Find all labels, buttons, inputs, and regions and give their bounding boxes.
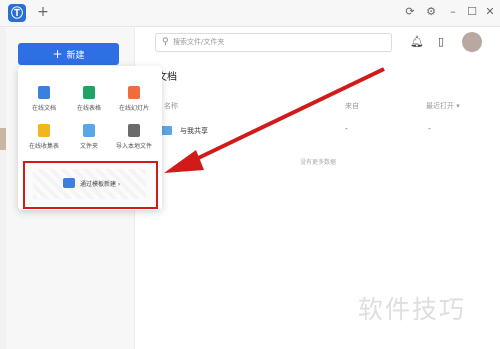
menu-item-label: 在线表格 — [76, 105, 101, 112]
new-tab-button[interactable]: + — [34, 3, 52, 21]
menu-item-online-sheet[interactable]: 在线表格 — [69, 80, 109, 118]
doc-icon — [38, 86, 50, 99]
device-icon[interactable]: ▯ — [438, 35, 444, 48]
column-header-owner[interactable]: 来自 — [345, 101, 359, 111]
new-button[interactable]: + 新建 — [18, 43, 119, 65]
menu-item-label: 导入本地文件 — [115, 143, 152, 150]
close-button[interactable]: ✕ — [481, 3, 499, 21]
arrow-shaft — [189, 67, 385, 164]
search-input[interactable]: ⚲ 搜索文件/文件夹 — [155, 33, 392, 52]
column-header-modified[interactable]: 最近打开 ▾ — [426, 101, 460, 111]
folder-icon — [83, 124, 95, 137]
menu-item-online-form[interactable]: 在线收集表 — [24, 118, 64, 156]
empty-hint: 没有更多数据 — [300, 159, 337, 166]
avatar[interactable] — [462, 32, 482, 52]
menu-item-folder[interactable]: 文件夹 — [69, 118, 109, 156]
menu-item-label: 在线文档 — [31, 105, 56, 112]
row-name: 与我共享 — [180, 127, 208, 135]
table-row[interactable]: 与我共享 — [160, 124, 480, 140]
row-modified: - — [428, 124, 431, 133]
watermark: 软件技巧 — [358, 295, 467, 324]
gear-icon[interactable]: ⚙ — [422, 3, 440, 21]
menu-item-label: 在线收集表 — [28, 143, 59, 150]
menu-item-label: 在线幻灯片 — [118, 105, 149, 112]
column-header-modified-label: 最近打开 — [426, 102, 454, 110]
template-label: 通过模板新建 › — [80, 181, 121, 188]
title-bar: Ⓣ + ⟳ ⚙ – ☐ ✕ — [0, 0, 500, 27]
column-header-name[interactable]: 名称 — [164, 101, 178, 111]
bell-icon[interactable]: 🔔︎ — [410, 35, 424, 48]
form-icon — [38, 124, 50, 137]
app-logo-icon[interactable]: Ⓣ — [8, 4, 26, 22]
template-icon — [63, 178, 75, 188]
menu-item-label: 文件夹 — [79, 143, 98, 150]
template-new-button[interactable]: 通过模板新建 › — [23, 161, 158, 209]
search-icon: ⚲ — [162, 37, 169, 47]
menu-item-online-doc[interactable]: 在线文档 — [24, 80, 64, 118]
new-button-label: 新建 — [66, 51, 85, 61]
search-placeholder: 搜索文件/文件夹 — [173, 38, 225, 46]
menu-item-online-slides[interactable]: 在线幻灯片 — [114, 80, 154, 118]
upload-icon — [128, 124, 140, 137]
slides-icon — [128, 86, 140, 99]
menu-item-import[interactable]: 导入本地文件 — [114, 118, 154, 156]
row-owner: - — [345, 124, 348, 133]
sheet-icon — [83, 86, 95, 99]
maximize-button[interactable]: ☐ — [463, 3, 481, 21]
sort-down-icon: ▾ — [456, 102, 460, 110]
refresh-icon[interactable]: ⟳ — [401, 3, 419, 21]
arrow-head — [164, 150, 204, 173]
plus-icon: + — [52, 47, 63, 61]
minimize-button[interactable]: – — [444, 3, 462, 21]
